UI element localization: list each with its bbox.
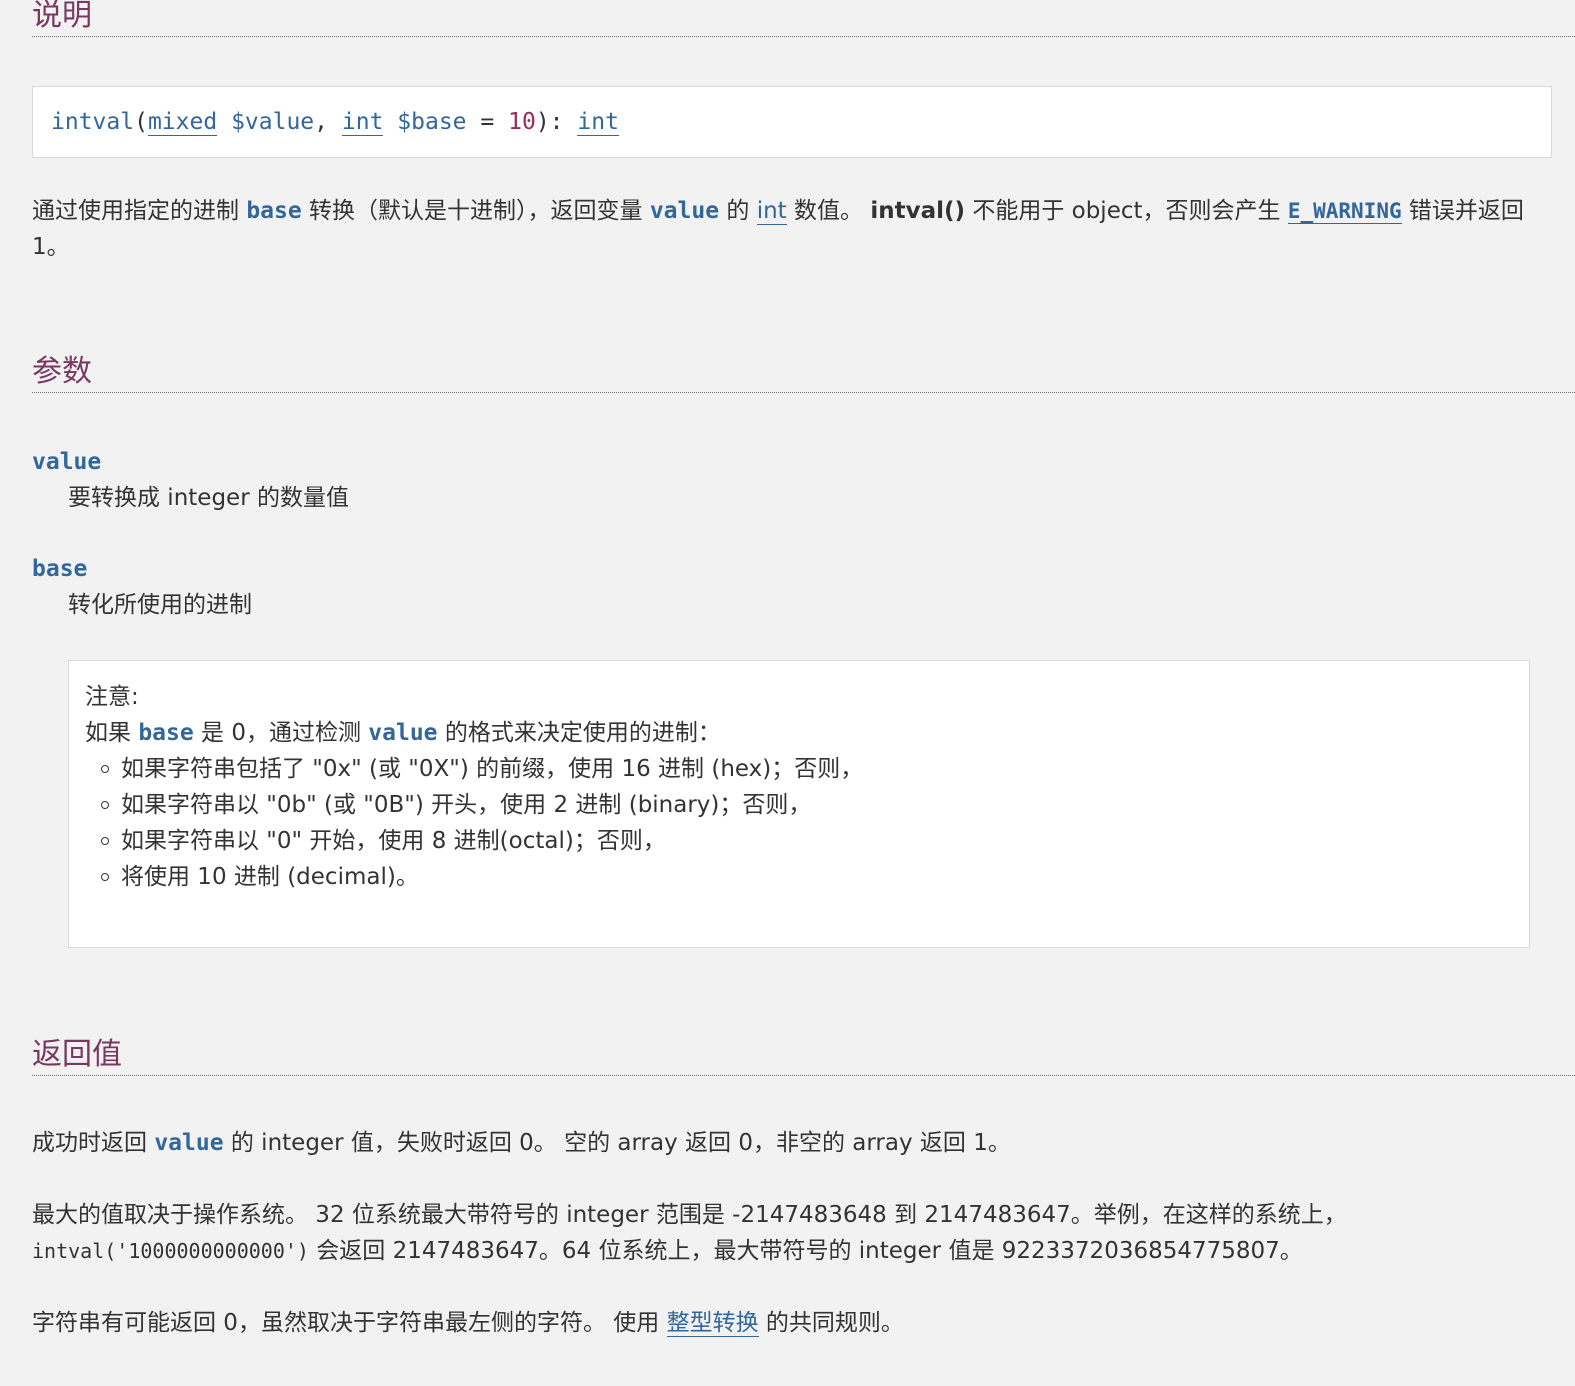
sig-var-value: $value [231,109,315,135]
returns-paragraph-2: 最大的值取决于操作系统。 32 位系统最大带符号的 integer 范围是 -2… [32,1202,1347,1264]
section-title-returns: 返回值 [32,1035,1575,1076]
inline-code: intval('1000000000000') [32,1239,309,1263]
sig-default: 10 [508,109,536,135]
note-intro: 如果 base 是 0，通过检测 value 的格式来决定使用的进制： [85,720,721,746]
integer-conversion-link[interactable]: 整型转换 [666,1310,759,1337]
note-title: 注意: [85,684,139,710]
param-ref-base: base [246,198,302,224]
func-name-bold: intval() [870,198,966,224]
doc-page: 说明 intval(mixed $value, int $base = 10):… [0,0,1575,1386]
note-list: 如果字符串包括了 "0x" (或 "0X") 的前缀，使用 16 进制 (hex… [85,751,1529,895]
returns-param-value: value [154,1130,224,1156]
returns-paragraph-3: 字符串有可能返回 0，虽然取决于字符串最左侧的字符。 使用 整型转换 的共同规则… [32,1310,904,1337]
list-item: 如果字符串以 "0" 开始，使用 8 进制(octal)；否则， [101,823,1529,859]
section-title-description: 说明 [32,0,1575,37]
note-box: 注意: 如果 base 是 0，通过检测 value 的格式来决定使用的进制： … [68,660,1530,948]
param-desc-value: 要转换成 integer 的数量值 [68,485,349,511]
description-paragraph: 通过使用指定的进制 base 转换（默认是十进制），返回变量 value 的 i… [32,198,1524,260]
section-title-parameters: 参数 [32,352,1575,393]
type-int-link[interactable]: int [341,109,384,136]
sig-func: intval [51,109,135,135]
note-param-base: base [138,720,194,746]
list-item: 如果字符串包括了 "0x" (或 "0X") 的前缀，使用 16 进制 (hex… [101,751,1529,787]
list-item: 将使用 10 进制 (decimal)。 [101,859,1529,895]
param-term-value: value [32,449,102,475]
e-warning-link[interactable]: E_WARNING [1287,199,1402,224]
param-ref-value: value [649,198,720,224]
returns-paragraph-1: 成功时返回 value 的 integer 值，失败时返回 0。 空的 arra… [32,1130,1011,1156]
sig-var-base: $base [397,109,467,135]
param-term-base: base [32,556,88,582]
note-param-value: value [368,720,438,746]
function-signature: intval(mixed $value, int $base = 10): in… [32,86,1552,158]
list-item: 如果字符串以 "0b" (或 "0B") 开头，使用 2 进制 (binary)… [101,787,1529,823]
int-link[interactable]: int [756,198,787,225]
type-mixed-link[interactable]: mixed [147,109,218,136]
return-type-int-link[interactable]: int [577,109,619,136]
param-desc-base: 转化所使用的进制 [68,592,252,618]
